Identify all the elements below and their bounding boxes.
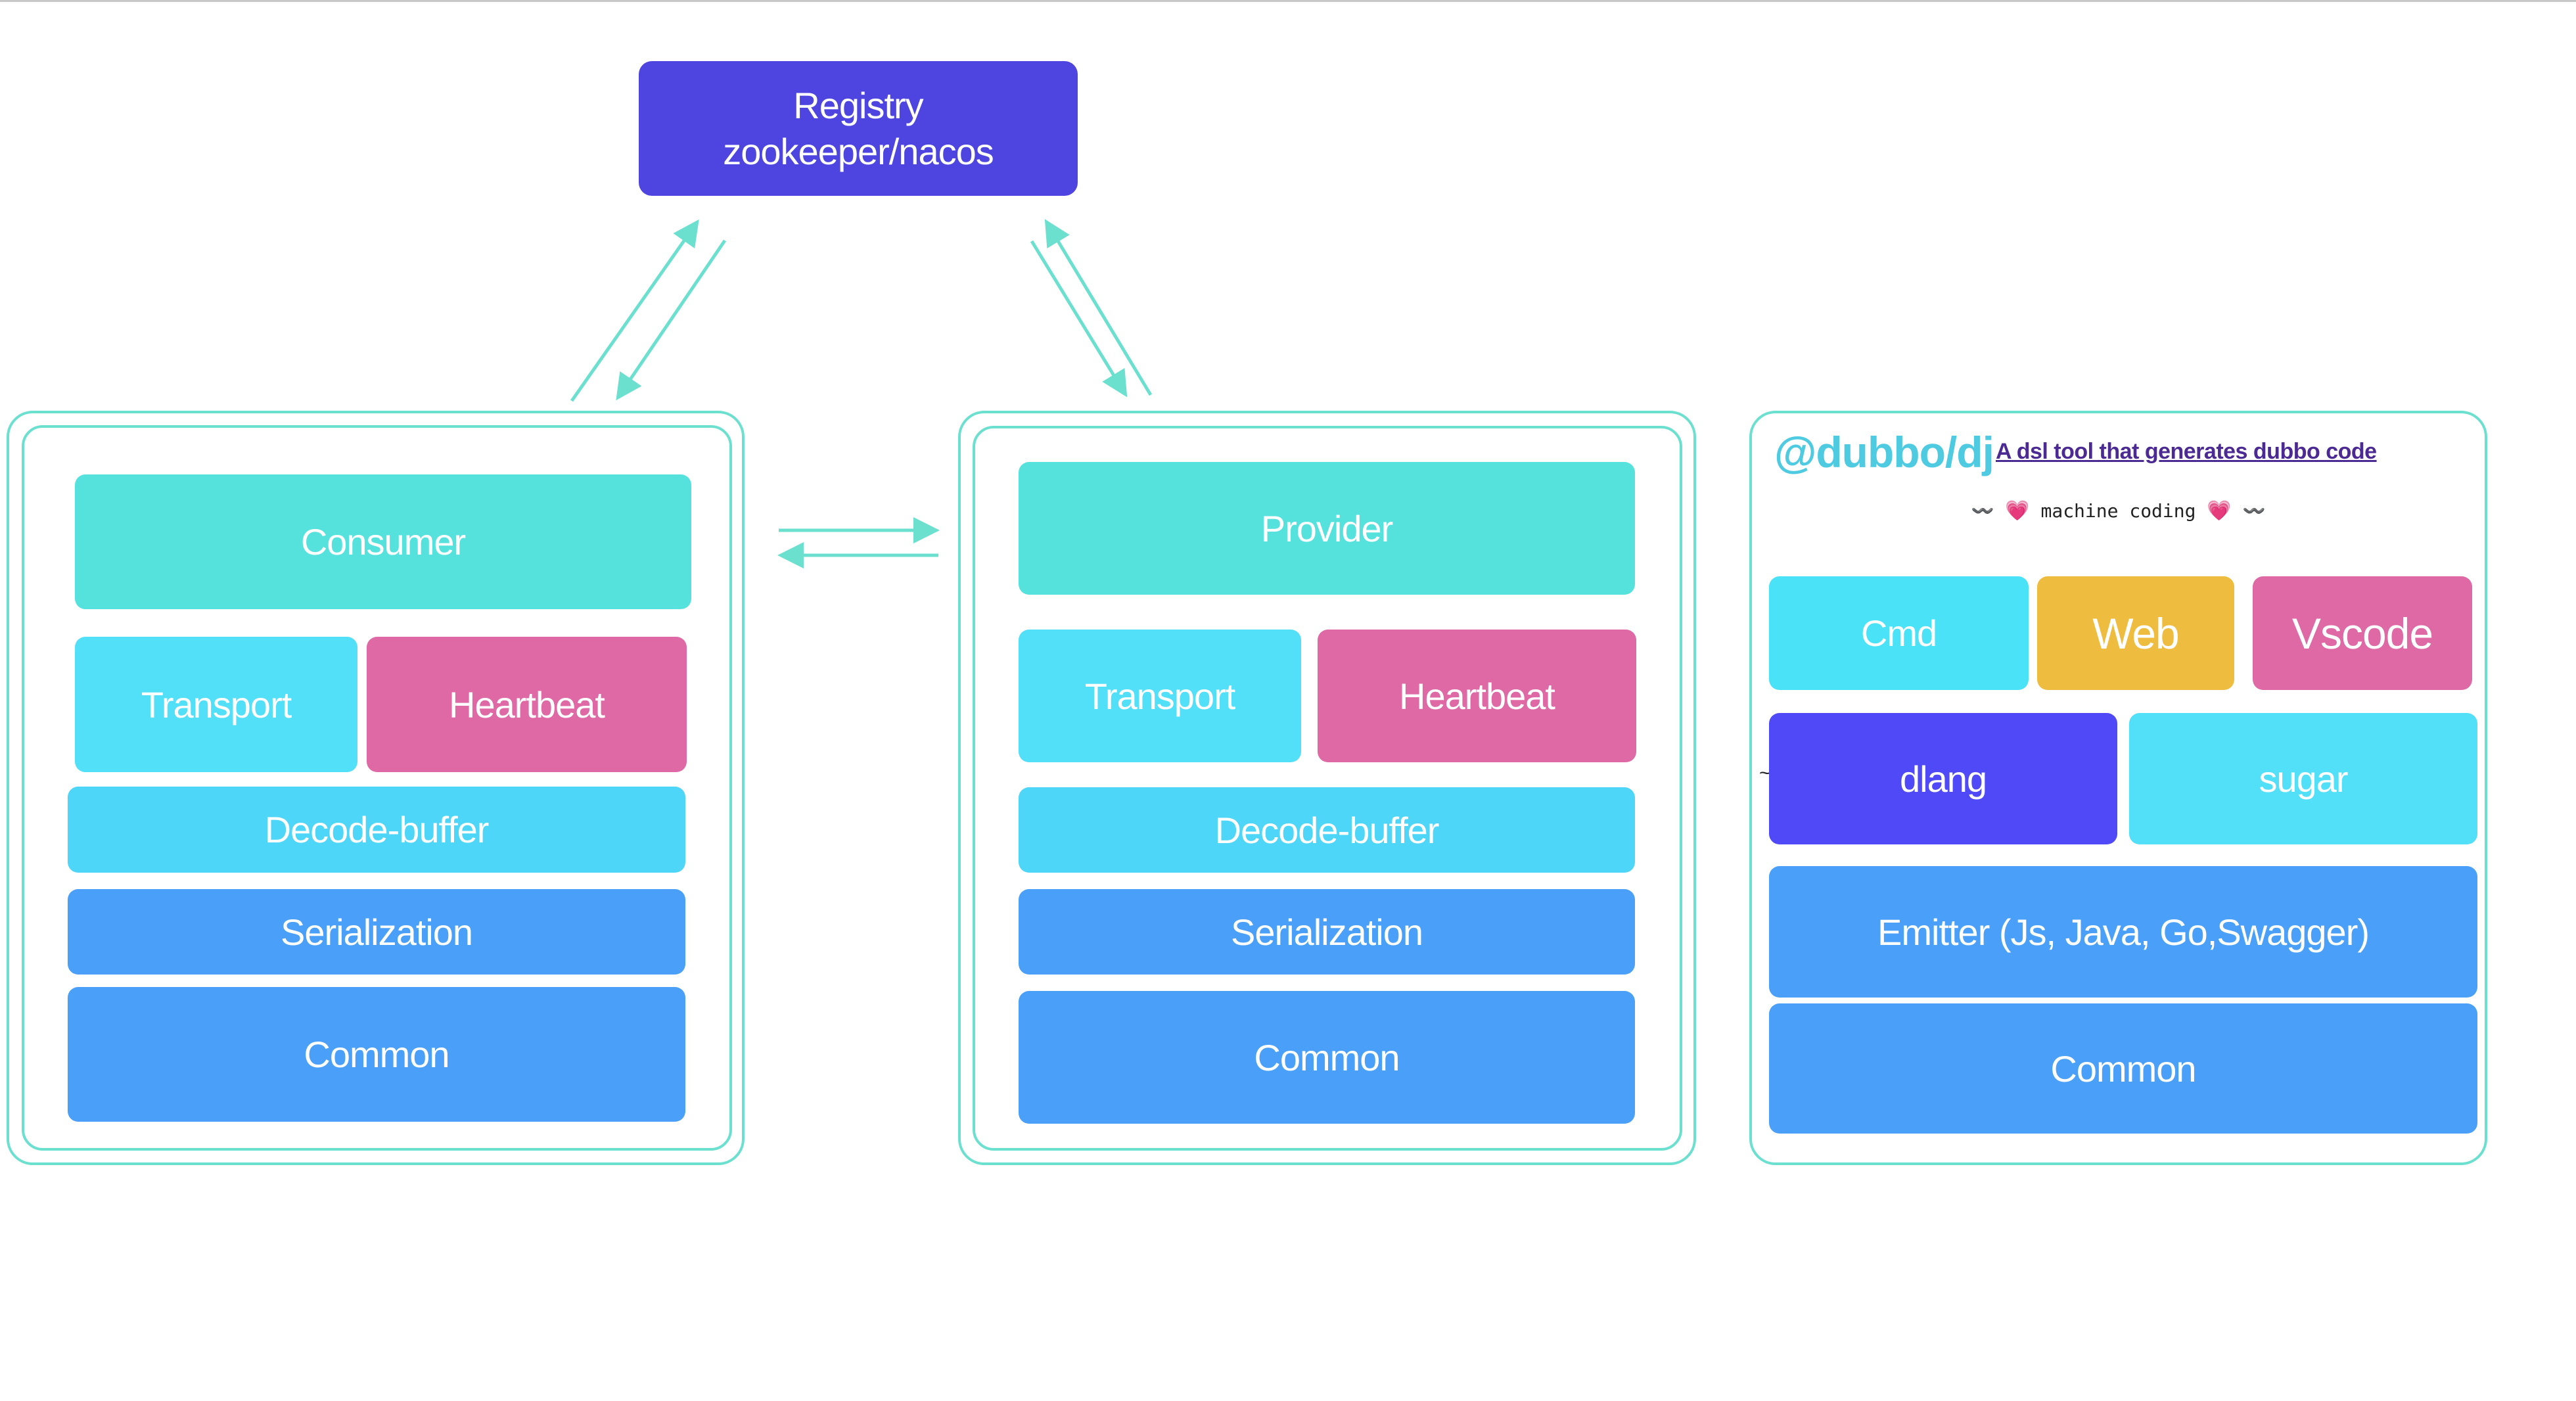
arrow-registry-to-provider — [1030, 240, 1128, 398]
consumer-heartbeat-box[interactable]: Heartbeat — [367, 637, 687, 772]
dj-motto: 〰️ 💗 machine coding 💗 〰️ — [1749, 499, 2487, 522]
arrow-provider-to-registry — [1044, 219, 1153, 396]
provider-heartbeat-box[interactable]: Heartbeat — [1318, 630, 1636, 762]
motto-text: machine coding — [2040, 500, 2196, 522]
registry-title: Registry — [793, 84, 923, 126]
vscode-box[interactable]: Vscode — [2253, 576, 2472, 690]
sugar-box[interactable]: sugar — [2129, 713, 2477, 844]
provider-transport-box[interactable]: Transport — [1019, 630, 1301, 762]
dj-description-link[interactable]: A dsl tool that generates dubbo code — [1996, 439, 2377, 465]
provider-common-box[interactable]: Common — [1019, 991, 1635, 1124]
arrow-registry-to-consumer — [616, 239, 727, 401]
provider-decode-buffer-box[interactable]: Decode-buffer — [1019, 787, 1635, 873]
heart-icon: 💗 — [2207, 499, 2232, 522]
consumer-serialization-box[interactable]: Serialization — [68, 889, 685, 975]
wave-icon: 〰️ — [1971, 500, 1994, 522]
heart-icon: 💗 — [2005, 499, 2030, 522]
consumer-decode-buffer-box[interactable]: Decode-buffer — [68, 787, 685, 873]
wave-icon: 〰️ — [2242, 500, 2266, 522]
consumer-box[interactable]: Consumer — [75, 474, 691, 609]
provider-serialization-box[interactable]: Serialization — [1019, 889, 1635, 975]
provider-box[interactable]: Provider — [1019, 462, 1635, 595]
dj-title: @dubbo/dj — [1774, 428, 1994, 476]
registry-box[interactable]: Registry zookeeper/nacos — [639, 61, 1078, 196]
consumer-common-box[interactable]: Common — [68, 987, 685, 1122]
web-box[interactable]: Web — [2037, 576, 2234, 690]
dlang-box[interactable]: dlang — [1769, 713, 2117, 844]
cmd-box[interactable]: Cmd — [1769, 576, 2029, 690]
dj-common-box[interactable]: Common — [1769, 1003, 2477, 1134]
consumer-transport-box[interactable]: Transport — [75, 637, 357, 772]
registry-subtitle: zookeeper/nacos — [723, 130, 994, 172]
emitter-box[interactable]: Emitter (Js, Java, Go,Swagger) — [1769, 866, 2477, 998]
